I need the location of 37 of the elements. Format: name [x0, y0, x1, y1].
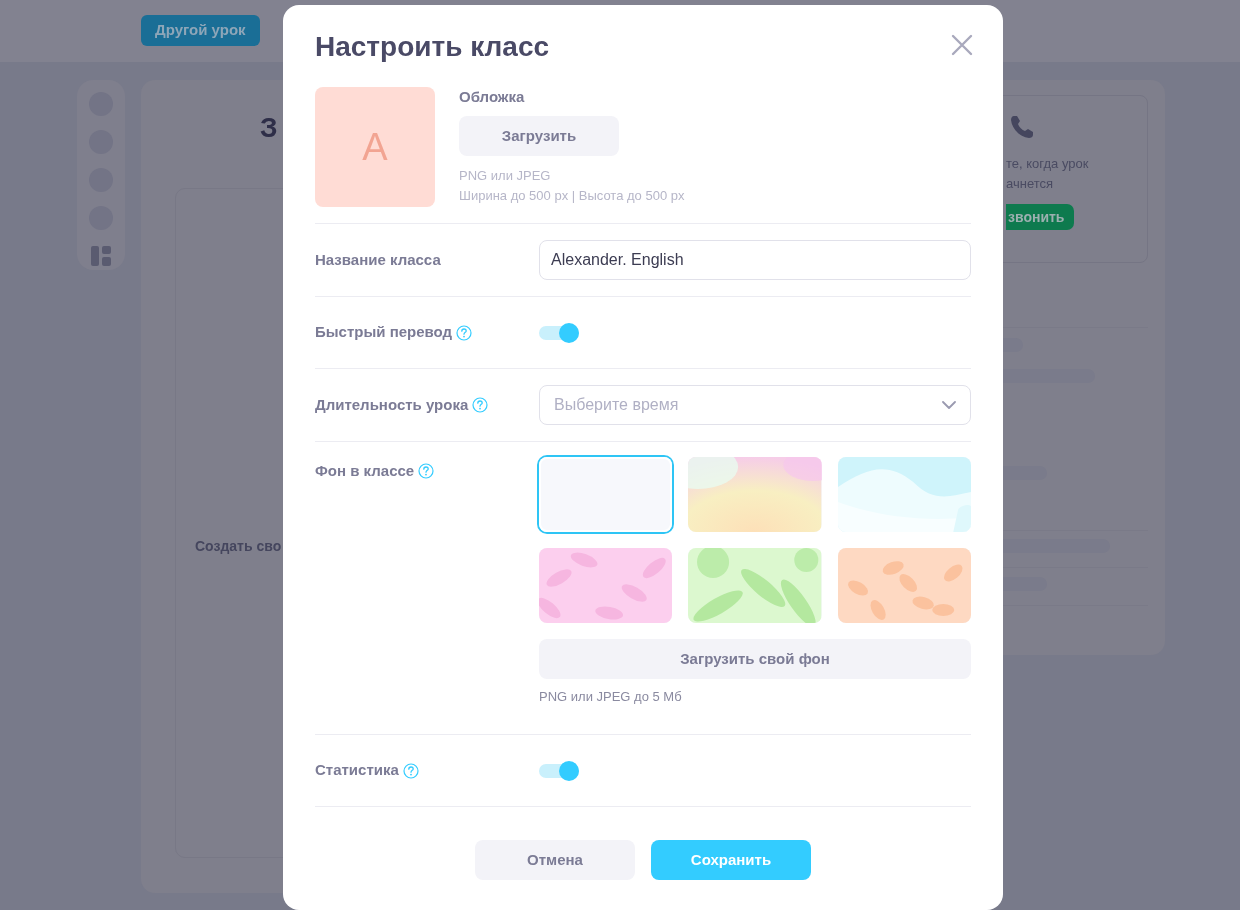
save-button[interactable]: Сохранить	[651, 840, 811, 880]
background-option[interactable]	[837, 548, 971, 623]
background-option[interactable]	[688, 548, 822, 623]
cover-label: Обложка	[459, 88, 526, 106]
cancel-button[interactable]: Отмена	[475, 840, 635, 880]
background-option[interactable]	[539, 548, 673, 623]
layout-icon[interactable]	[91, 246, 111, 266]
hint-text: PNG или JPEG до 5 Мб	[539, 688, 683, 706]
close-icon[interactable]	[951, 34, 973, 56]
text-field[interactable]: Alexander. English	[539, 240, 971, 280]
hint-text: Ширина до 500 px | Высота до 500 px	[459, 187, 685, 205]
call-button[interactable]: звонить	[1006, 204, 1075, 230]
field-label: Длительность урока	[315, 394, 469, 415]
field-label: Быстрый перевод	[315, 322, 453, 343]
help-icon[interactable]	[418, 463, 435, 480]
background-option[interactable]	[539, 457, 673, 532]
background-option[interactable]	[837, 457, 971, 532]
background-option[interactable]	[688, 457, 822, 532]
help-icon[interactable]	[456, 324, 473, 341]
upload-button[interactable]: Загрузить	[459, 116, 619, 156]
lesson-title: З	[260, 111, 278, 145]
dialog-title: Настроить класс	[315, 30, 550, 64]
chevron-icon	[942, 401, 956, 409]
other-lesson-button[interactable]: Другой урок	[141, 15, 260, 46]
field-label: Название класса	[315, 249, 441, 270]
phone-icon	[1009, 114, 1035, 140]
help-icon[interactable]	[402, 762, 419, 779]
create-text: Создать сво	[195, 537, 283, 556]
help-icon[interactable]	[472, 397, 489, 413]
toggle-switch[interactable]	[539, 321, 579, 344]
select-field[interactable]: Выберите время	[539, 385, 971, 425]
cover-avatar: A	[315, 87, 435, 207]
field-label: Фон в классе	[315, 461, 415, 481]
field-label: Статистика	[315, 760, 399, 781]
hint-text: PNG или JPEG	[459, 167, 552, 185]
upload-background-button[interactable]: Загрузить свой фон	[539, 639, 971, 679]
toggle-switch[interactable]	[539, 759, 579, 782]
